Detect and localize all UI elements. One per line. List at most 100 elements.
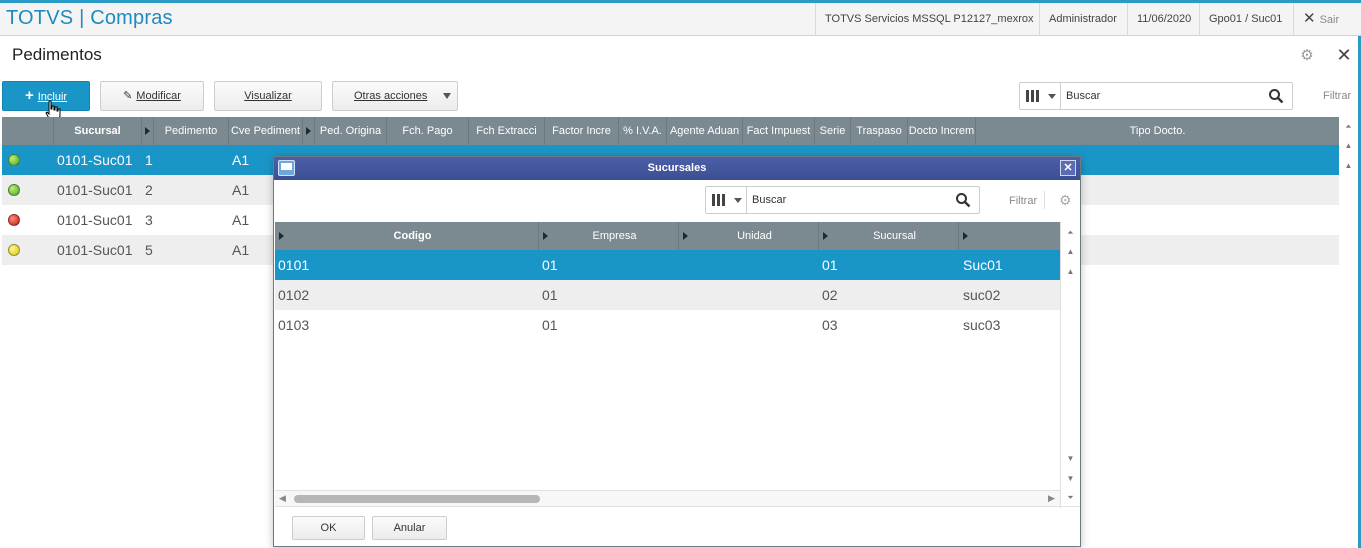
cell-nombre: suc02 (963, 287, 1001, 303)
dialog-search-input[interactable]: Buscar (752, 187, 786, 213)
cell-pedimento: 2 (145, 182, 153, 198)
otras-acciones-label: Otras acciones (354, 90, 428, 102)
col-header-ped-origina[interactable]: Ped. Origina (315, 117, 387, 145)
status-green-icon (8, 184, 20, 196)
col-header-tipo-docto[interactable]: Tipo Docto. (976, 117, 1339, 145)
scroll-right-icon[interactable]: ▶ (1048, 493, 1055, 504)
scroll-up-icon[interactable]: ▲ (1342, 159, 1355, 173)
cell-nombre: Suc01 (963, 257, 1003, 273)
sucursales-dialog: Sucursales ✕ Buscar Filtrar ⚙ Codigo Emp… (273, 156, 1081, 547)
close-icon[interactable]: ✕ (1336, 46, 1352, 64)
grid-header: Sucursal Pedimento Cve Pediment Ped. Ori… (2, 117, 1339, 145)
cell-pedimento: 3 (145, 212, 153, 228)
gear-icon[interactable]: ⚙ (1299, 48, 1315, 64)
search-icon[interactable] (955, 192, 971, 208)
otras-acciones-button[interactable]: Otras acciones (332, 81, 458, 111)
cell-cve: A1 (232, 152, 250, 168)
columns-icon[interactable] (1026, 90, 1040, 102)
dialog-table-row[interactable]: 0102 01 02 suc02 (275, 280, 1060, 310)
col-header-traspaso[interactable]: Traspaso (851, 117, 908, 145)
col-header-docto-increm[interactable]: Docto Increm (908, 117, 976, 145)
col-header-empresa[interactable]: Empresa (551, 222, 679, 250)
col-header-serie[interactable]: Serie (815, 117, 851, 145)
scroll-page-up-icon[interactable]: ▲ (1064, 245, 1077, 259)
scroll-page-down-icon[interactable]: ▼ (1064, 472, 1077, 486)
cell-pedimento: 5 (145, 242, 153, 258)
scroll-top-icon[interactable]: ⏶ (1342, 120, 1355, 134)
close-icon: ✕ (1303, 10, 1316, 27)
columns-icon[interactable] (712, 194, 726, 206)
search-input[interactable]: Buscar (1066, 83, 1100, 109)
column-arrow-icon[interactable] (959, 222, 971, 250)
cell-empresa: 01 (542, 317, 558, 333)
status-green-icon (8, 154, 20, 166)
col-header-pedimento[interactable]: Pedimento (154, 117, 229, 145)
cell-sucursal: 02 (822, 287, 838, 303)
column-arrow-icon[interactable] (679, 222, 691, 250)
col-header-sucursal[interactable]: Sucursal (831, 222, 959, 250)
column-arrow-icon[interactable] (142, 117, 154, 145)
col-header-codigo[interactable]: Codigo (287, 222, 539, 250)
cell-sucursal: 0101-Suc01 (57, 212, 133, 228)
dialog-grid-header: Codigo Empresa Unidad Sucursal (275, 222, 1060, 250)
column-arrow-icon[interactable] (303, 117, 315, 145)
dialog-horizontal-scrollbar[interactable]: ◀ ▶ (275, 490, 1060, 506)
scroll-left-icon[interactable]: ◀ (279, 493, 286, 504)
chevron-down-icon[interactable] (1048, 94, 1056, 99)
modificar-label: Modificar (136, 90, 181, 102)
col-header-fch-pago[interactable]: Fch. Pago (387, 117, 469, 145)
cell-cve: A1 (232, 242, 250, 258)
scroll-down-icon[interactable]: ▼ (1064, 452, 1077, 466)
scroll-bottom-icon[interactable]: ⏷ (1064, 491, 1077, 505)
col-header-agente-aduan[interactable]: Agente Aduan (667, 117, 743, 145)
col-header-iva[interactable]: % I.V.A. (619, 117, 667, 145)
scrollbar-thumb[interactable] (294, 495, 540, 503)
cell-codigo: 0101 (278, 257, 310, 273)
col-header-fact-impuest[interactable]: Fact Impuest (743, 117, 815, 145)
dialog-search-box: Buscar (705, 186, 980, 214)
column-arrow-icon[interactable] (539, 222, 551, 250)
scroll-top-icon[interactable]: ⏶ (1064, 226, 1077, 240)
exit-label: Sair (1319, 14, 1340, 26)
col-header-cve-pediment[interactable]: Cve Pediment (229, 117, 303, 145)
column-arrow-icon[interactable] (819, 222, 831, 250)
col-header-factor-incre[interactable]: Factor Incre (545, 117, 619, 145)
cell-sucursal: 0101-Suc01 (57, 152, 133, 168)
col-header-unidad[interactable]: Unidad (691, 222, 819, 250)
app-title: TOTVS | Compras (6, 7, 173, 29)
visualizar-label: Visualizar (244, 90, 292, 102)
column-arrow-icon[interactable] (275, 222, 287, 250)
cell-cve: A1 (232, 212, 250, 228)
dialog-vertical-scrollbar[interactable]: ⏶ ▲ ▲ ▼ ▼ ⏷ (1060, 222, 1080, 508)
dialog-filter-link[interactable]: Filtrar (1009, 195, 1037, 207)
status-red-icon (8, 214, 20, 226)
modificar-button[interactable]: ✎ Modificar (100, 81, 204, 111)
exit-button[interactable]: ✕ Sair (1293, 3, 1348, 35)
scroll-up-icon[interactable]: ▲ (1064, 265, 1077, 279)
status-yellow-icon (8, 244, 20, 256)
visualizar-button[interactable]: Visualizar (214, 81, 322, 111)
dialog-title-bar[interactable]: Sucursales ✕ (274, 157, 1080, 180)
cell-pedimento: 1 (145, 152, 153, 168)
col-header-sucursal[interactable]: Sucursal (54, 117, 142, 145)
search-icon[interactable] (1268, 88, 1284, 104)
gear-icon[interactable]: ⚙ (1059, 193, 1072, 207)
close-icon[interactable]: ✕ (1060, 160, 1076, 176)
scroll-page-up-icon[interactable]: ▲ (1342, 139, 1355, 153)
cell-codigo: 0103 (278, 317, 310, 333)
filter-link[interactable]: Filtrar (1323, 90, 1351, 102)
cell-sucursal: 0101-Suc01 (57, 242, 133, 258)
date-info: 11/06/2020 (1127, 3, 1200, 35)
page-title: Pedimentos (12, 45, 102, 64)
grid-scrollbar[interactable]: ⏶ ▲ ▲ (1339, 117, 1358, 177)
cell-codigo: 0102 (278, 287, 310, 303)
ok-button[interactable]: OK (292, 516, 365, 540)
col-header-fch-extracci[interactable]: Fch Extracci (469, 117, 545, 145)
chevron-down-icon[interactable] (734, 198, 742, 203)
dialog-title: Sucursales (647, 162, 707, 174)
dialog-table-row[interactable]: 0101 01 01 Suc01 (275, 250, 1060, 280)
anular-button[interactable]: Anular (372, 516, 447, 540)
window-icon (278, 160, 295, 176)
dialog-table-row[interactable]: 0103 01 03 suc03 (275, 310, 1060, 340)
user-info: Administrador (1039, 3, 1126, 35)
